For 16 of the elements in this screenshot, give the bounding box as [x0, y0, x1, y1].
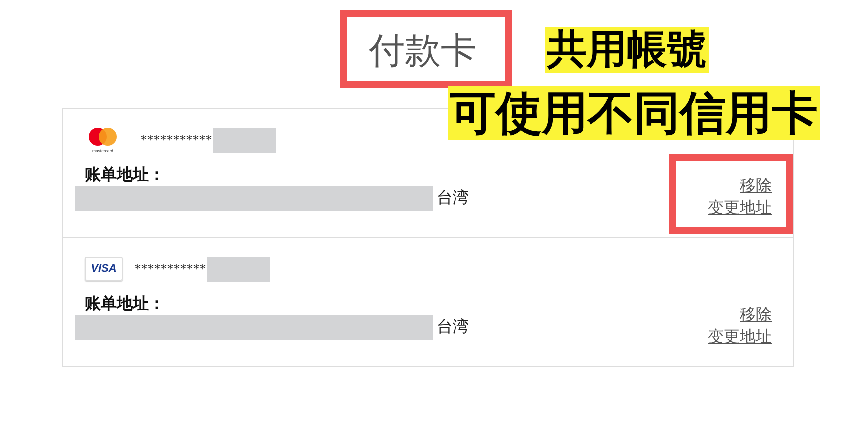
card-number: ***********	[135, 262, 206, 276]
action-link[interactable]: 变更地址	[708, 326, 772, 348]
redaction-block	[206, 256, 270, 282]
action-link[interactable]: 移除	[740, 175, 772, 197]
annotation-text: 可使用不同信用卡	[448, 86, 820, 140]
country-text: 台湾	[437, 188, 469, 209]
billing-address-label: 账单地址：	[85, 165, 166, 186]
action-link[interactable]: 移除	[740, 304, 772, 326]
visa-logo-icon: VISA	[85, 257, 123, 281]
card-number: ***********	[141, 133, 212, 147]
action-link[interactable]: 变更地址	[708, 197, 772, 219]
country-text: 台湾	[437, 317, 469, 338]
section-title: 付款卡	[340, 10, 512, 88]
redaction-block	[212, 128, 276, 152]
billing-address-label: 账单地址：	[85, 294, 166, 315]
annotation-text: 共用帳號	[545, 27, 709, 73]
